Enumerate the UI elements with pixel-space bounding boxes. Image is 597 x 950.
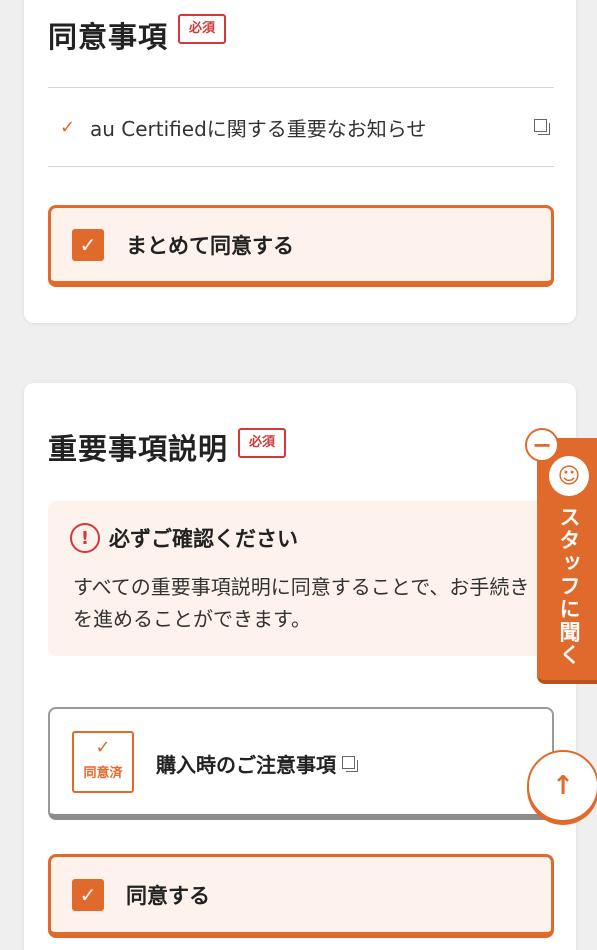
- external-link-icon: [342, 755, 358, 772]
- required-badge: 必須: [178, 14, 227, 44]
- important-item-title: 購入時のご注意事項: [156, 753, 336, 777]
- back-to-top-button[interactable]: ↑: [527, 750, 597, 822]
- notice-title: 必ずご確認ください: [109, 527, 298, 551]
- notice-box: ! 必ずご確認ください すべての重要事項説明に同意することで、お手続きを進めるこ…: [48, 501, 568, 656]
- required-badge: 必須: [238, 428, 287, 458]
- consent-item-label: au Certifiedに関する重要なお知らせ: [90, 116, 427, 141]
- check-icon: ✓: [95, 737, 111, 758]
- check-all-label: まとめて同意する: [126, 233, 294, 258]
- arrow-up-icon: ↑: [552, 771, 574, 801]
- notice-header: ! 必ずご確認ください: [70, 523, 298, 553]
- important-card: 重要事項説明 必須 ! 必ずご確認ください すべての重要事項説明に同意することで…: [24, 383, 576, 950]
- minus-circle-icon[interactable]: −: [525, 428, 559, 462]
- notice-body: すべての重要事項説明に同意することで、お手続きを進めることができます。: [73, 575, 530, 631]
- agreed-status-badge: ✓ 同意済: [72, 731, 134, 793]
- check-all-checkbox[interactable]: ✓ まとめて同意する: [48, 205, 554, 287]
- agree-label: 同意する: [126, 883, 210, 908]
- consent-item-link[interactable]: ✓ au Certifiedに関する重要なお知らせ: [48, 87, 554, 167]
- check-icon: ✓: [60, 116, 76, 138]
- important-section-title: 重要事項説明: [48, 432, 229, 466]
- ask-staff-tab[interactable]: − ☺ スタッフに聞く: [525, 428, 597, 684]
- consent-section-title: 同意事項: [48, 20, 169, 54]
- warning-circle-icon: !: [70, 523, 100, 553]
- consent-card: 同意事項 必須 ✓ au Certifiedに関する重要なお知らせ ✓ まとめて…: [24, 0, 576, 323]
- external-link-icon: [534, 119, 550, 135]
- important-item-link[interactable]: ✓ 同意済 購入時のご注意事項: [48, 707, 554, 820]
- checkbox-checked-icon: ✓: [72, 878, 104, 911]
- ask-staff-label: スタッフに聞く: [557, 506, 581, 667]
- headset-staff-icon: ☺: [549, 456, 589, 496]
- important-item-title-row: 購入時のご注意事項: [156, 749, 358, 778]
- agree-checkbox[interactable]: ✓ 同意する: [48, 854, 554, 938]
- agreed-status-label: 同意済: [83, 766, 123, 781]
- checkbox-checked-icon: ✓: [72, 228, 104, 261]
